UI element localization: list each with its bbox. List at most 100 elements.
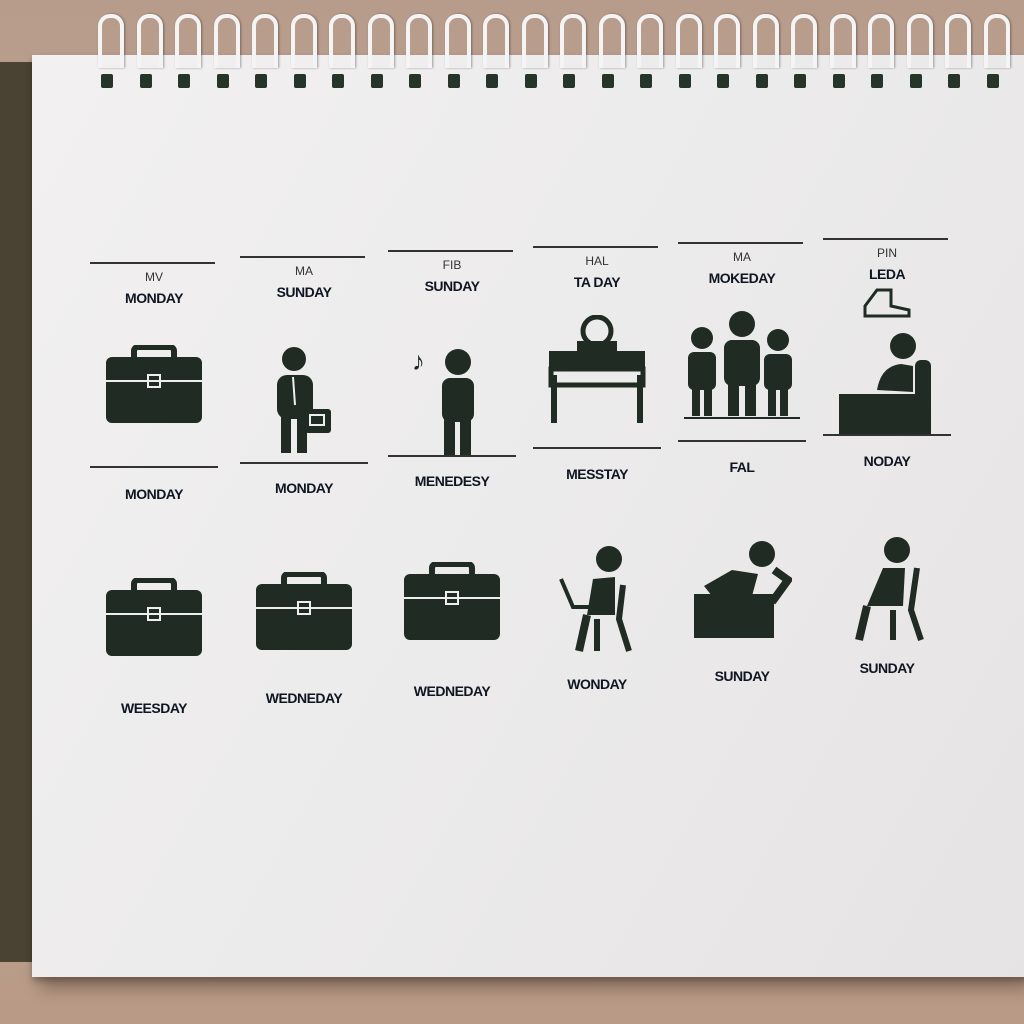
divider-line [533, 447, 661, 449]
ring-loop [868, 14, 894, 68]
row1-day-label: MONDAY [275, 480, 333, 496]
header-small-label: MV [145, 270, 163, 284]
person-at-desk-icon [547, 315, 647, 425]
person-with-music-note-icon: ♪ [412, 340, 492, 460]
ring-loop [252, 14, 278, 68]
divider-line [240, 256, 365, 258]
ring-loop [906, 14, 933, 68]
spiral-ring [403, 14, 432, 88]
ring-loop [290, 14, 317, 68]
ring-loop [136, 14, 163, 68]
divider-line [90, 466, 218, 468]
spiral-ring [95, 14, 124, 88]
ring-loop [637, 14, 663, 68]
ring-hole [640, 74, 652, 88]
spiral-ring [634, 14, 663, 88]
ring-loop [521, 14, 548, 68]
spiral-ring [557, 14, 586, 88]
briefcase-icon [104, 578, 204, 658]
spiral-ring [596, 14, 625, 88]
divider-line [388, 455, 516, 457]
ring-hole [447, 74, 460, 88]
divider-line [388, 250, 513, 252]
row1-day-label: FAL [729, 459, 755, 475]
spiral-ring [172, 14, 201, 88]
divider-line [823, 434, 951, 436]
header-day-label: MONDAY [125, 290, 183, 306]
spiral-ring [519, 14, 548, 88]
ring-loop [175, 14, 201, 68]
header-day-label: TA DAY [573, 274, 621, 290]
ring-loop [598, 14, 625, 68]
group-of-people-icon [682, 310, 802, 420]
header-day-label: MOKEDAY [708, 270, 776, 286]
spiral-ring [480, 14, 509, 88]
person-with-briefcase-icon [269, 345, 339, 455]
header-small-label: MA [733, 250, 751, 264]
spiral-ring [942, 14, 971, 88]
header-day-label: LEDA [868, 266, 906, 282]
spiral-ring [750, 14, 779, 88]
ring-loop [829, 14, 856, 68]
row1-day-label: MENEDESY [414, 473, 490, 489]
ring-loop [945, 14, 971, 68]
row2-day-label: WEDNEDAY [413, 683, 491, 699]
ring-hole [755, 74, 768, 88]
header-small-label: HAL [585, 254, 609, 268]
spiral-ring [326, 14, 355, 88]
ring-hole [409, 74, 421, 88]
spiral-ring [904, 14, 933, 88]
ring-loop [560, 14, 586, 68]
spiral-ring [827, 14, 856, 88]
ring-hole [563, 74, 575, 88]
ring-hole [601, 74, 614, 88]
spiral-ring [365, 14, 394, 88]
ring-hole [486, 74, 498, 88]
spiral-ring [981, 14, 1010, 88]
spiral-ring [673, 14, 702, 88]
header-day-label: SUNDAY [424, 278, 480, 294]
ring-hole [332, 74, 344, 88]
briefcase-icon [254, 572, 354, 652]
ring-hole [293, 74, 306, 88]
briefcase-icon [402, 562, 502, 642]
person-reclining-icon [692, 540, 792, 640]
ring-loop [675, 14, 702, 68]
header-small-label: MA [295, 264, 313, 278]
spiral-ring [249, 14, 278, 88]
ring-loop [213, 14, 240, 68]
divider-line [678, 242, 803, 244]
svg-text:♪: ♪ [412, 346, 425, 376]
ring-hole [178, 74, 190, 88]
ring-loop [329, 14, 355, 68]
ring-hole [139, 74, 152, 88]
header-day-label: SUNDAY [276, 284, 332, 300]
ring-loop [98, 14, 124, 68]
ring-hole [909, 74, 922, 88]
row2-day-label: WONDAY [567, 676, 627, 692]
row1-day-label: MONDAY [125, 486, 183, 502]
person-with-laptop-icon [557, 545, 637, 655]
ring-hole [794, 74, 806, 88]
briefcase-icon [104, 345, 204, 425]
ring-hole [524, 74, 537, 88]
divider-line [823, 238, 948, 240]
row2-day-label: SUNDAY [859, 660, 915, 676]
ring-loop [444, 14, 471, 68]
ring-loop [714, 14, 740, 68]
ring-hole [370, 74, 383, 88]
ring-loop [791, 14, 817, 68]
ring-loop [406, 14, 432, 68]
spiral-ring [288, 14, 317, 88]
ring-hole [255, 74, 267, 88]
ring-hole [986, 74, 999, 88]
ring-hole [871, 74, 883, 88]
divider-line [678, 440, 806, 442]
spiral-ring [788, 14, 817, 88]
ring-loop [483, 14, 509, 68]
header-small-label: PIN [876, 246, 897, 260]
ring-hole [101, 74, 113, 88]
row2-day-label: WEDNEDAY [265, 690, 343, 706]
row2-day-label: WEESDAY [120, 700, 188, 716]
spiral-ring [711, 14, 740, 88]
